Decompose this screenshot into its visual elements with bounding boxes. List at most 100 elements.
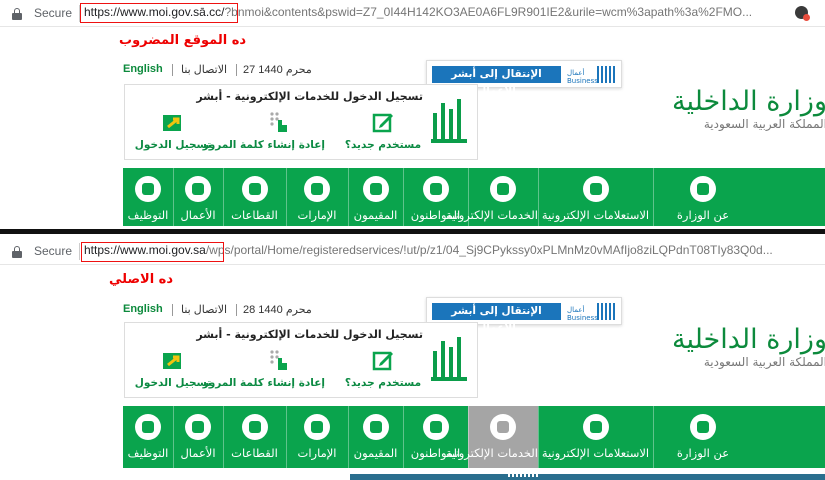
main-nav: التوظيف الأعمال القطاعات الإمارات المقيمون ال… [123, 168, 825, 226]
jobs-icon [135, 176, 161, 202]
new-user-option[interactable]: مستخدم جديد؟ [343, 345, 423, 395]
nav-item-label: الإمارات [297, 446, 337, 460]
sectors-icon [241, 414, 268, 440]
emirates-icon [304, 176, 330, 202]
nav-item[interactable]: الاستعلامات الإلكترونية [538, 168, 653, 226]
nav-item-label: المقيمون [353, 446, 398, 460]
nav-item-label: المقيمون [353, 208, 398, 222]
ministry-name: وزارة الداخلية [672, 86, 825, 117]
login-option[interactable]: تسجيل الدخول [133, 345, 213, 395]
emirates-icon [304, 414, 330, 440]
password-reset-icon [269, 349, 291, 371]
reset-password-label: إعادة إنشاء كلمة المرور [202, 139, 325, 151]
edit-icon [372, 111, 394, 133]
nav-item-label: القطاعات [231, 208, 278, 222]
url-path: ?bnmoi&contents&pswid=Z7_0I44H142KO3AE0A… [224, 5, 753, 19]
eservices-icon [490, 176, 516, 202]
password-reset-icon [269, 111, 291, 133]
nav-item-label: الخدمات الإلكترونية [445, 208, 538, 222]
about-ministry-icon [690, 414, 716, 440]
address-bar[interactable]: Secure https://www.moi.gov.sā.cc/?bnmoi&… [0, 0, 825, 27]
absher-business-button[interactable]: الإنتقال إلى أبشر الأعمال [432, 66, 561, 97]
nav-item-label: القطاعات [231, 446, 278, 460]
nav-item-label: الخدمات الإلكترونية [445, 446, 538, 460]
absher-logo-icon [431, 99, 467, 143]
nav-item[interactable]: الاستعلامات الإلكترونية [538, 406, 653, 468]
annotation-caption: ده الاصلي [109, 272, 174, 287]
lock-icon [12, 8, 22, 20]
nav-item-label: الأعمال [180, 208, 216, 222]
nav-item[interactable]: المقيمون [348, 406, 403, 468]
nav-item-label: الإمارات [297, 208, 337, 222]
english-link[interactable]: English [123, 303, 163, 315]
highlight-box [81, 242, 224, 262]
absher-business-box: الإنتقال إلى أبشر الأعمال أعمال Business [426, 297, 622, 334]
url-path: /wps/portal/Home/registeredservices/!ut/… [205, 243, 773, 257]
nav-item[interactable]: القطاعات [223, 168, 286, 226]
absher-business-logo: أعمال Business [567, 66, 617, 85]
ministry-subtitle: المملكة العربية السعودية [703, 117, 825, 131]
top-links: English الاتصال بنا 28 محرم 1440 [123, 303, 423, 317]
address-bar[interactable]: Secure https://www.moi.gov.sa/wps/portal… [0, 238, 825, 265]
new-user-option[interactable]: مستخدم جديد؟ [343, 107, 423, 157]
nav-item[interactable]: الخدمات الإلكترونية [445, 168, 538, 226]
highlight-box [80, 3, 238, 23]
nav-item[interactable]: عن الوزارة [653, 406, 753, 468]
extension-icon[interactable] [795, 6, 810, 21]
divider [0, 226, 825, 238]
nav-item-label: عن الوزارة [676, 208, 730, 222]
login-title: تسجيل الدخول للخدمات الإلكترونية - أبشر [196, 328, 423, 341]
hijri-date: 28 محرم 1440 [243, 304, 312, 316]
einquiries-icon [582, 176, 609, 202]
top-links: English الاتصال بنا 27 محرم 1440 [123, 63, 423, 77]
einquiries-icon [582, 414, 609, 440]
lock-icon [12, 246, 22, 258]
reset-password-label: إعادة إنشاء كلمة المرور [202, 377, 325, 389]
nav-item[interactable]: عن الوزارة [653, 168, 753, 226]
nav-item[interactable]: الأعمال [173, 406, 223, 468]
main-nav: التوظيف الأعمال القطاعات الإمارات المقيمون ال… [123, 406, 825, 468]
residents-icon [362, 414, 389, 440]
sectors-icon [241, 176, 268, 202]
secure-label: Secure [34, 244, 73, 258]
absher-business-button[interactable]: الإنتقال إلى أبشر الأعمال [432, 303, 561, 334]
absher-login-card: تسجيل الدخول للخدمات الإلكترونية - أبشر … [124, 322, 478, 398]
new-user-label: مستخدم جديد؟ [344, 377, 422, 389]
nav-item-label: التوظيف [127, 446, 169, 460]
ministry-name: وزارة الداخلية [672, 324, 825, 355]
login-option[interactable]: تسجيل الدخول [133, 107, 213, 157]
contact-link[interactable]: الاتصال بنا [181, 63, 227, 76]
nav-item[interactable]: الإمارات [286, 406, 348, 468]
nav-item[interactable]: التوظيف [123, 168, 173, 226]
business-icon [185, 414, 211, 440]
nav-item-label: الاستعلامات الإلكترونية [541, 446, 650, 460]
edit-icon [372, 349, 394, 371]
citizens-icon [422, 414, 449, 440]
nav-item[interactable]: التوظيف [123, 406, 173, 468]
absher-login-card: تسجيل الدخول للخدمات الإلكترونية - أبشر … [124, 84, 478, 160]
fake-site-screenshot: Secure https://www.moi.gov.sā.cc/?bnmoi&… [0, 0, 825, 226]
ministry-subtitle: المملكة العربية السعودية [703, 355, 825, 369]
eservices-icon [490, 414, 516, 440]
jobs-icon [135, 414, 161, 440]
banner-strip [350, 474, 825, 480]
login-label: تسجيل الدخول [134, 139, 212, 151]
english-link[interactable]: English [123, 63, 163, 75]
ministry-logo: وزارة الداخلية المملكة العربية السعودية [672, 324, 825, 369]
new-user-label: مستخدم جديد؟ [344, 139, 422, 151]
hijri-date: 27 محرم 1440 [243, 64, 312, 76]
secure-label: Secure [34, 6, 73, 20]
nav-item-label: عن الوزارة [676, 446, 730, 460]
nav-item[interactable]: الخدمات الإلكترونية [445, 406, 538, 468]
reset-password-option[interactable]: إعادة إنشاء كلمة المرور [202, 345, 325, 395]
nav-item[interactable]: القطاعات [223, 406, 286, 468]
residents-icon [362, 176, 389, 202]
contact-link[interactable]: الاتصال بنا [181, 303, 227, 316]
nav-item[interactable]: المقيمون [348, 168, 403, 226]
nav-item[interactable]: الأعمال [173, 168, 223, 226]
original-site-screenshot: Secure https://www.moi.gov.sa/wps/portal… [0, 238, 825, 480]
annotation-caption: ده الموقع المضروب [119, 33, 247, 48]
nav-item[interactable]: الإمارات [286, 168, 348, 226]
login-label: تسجيل الدخول [134, 377, 212, 389]
reset-password-option[interactable]: إعادة إنشاء كلمة المرور [202, 107, 325, 157]
